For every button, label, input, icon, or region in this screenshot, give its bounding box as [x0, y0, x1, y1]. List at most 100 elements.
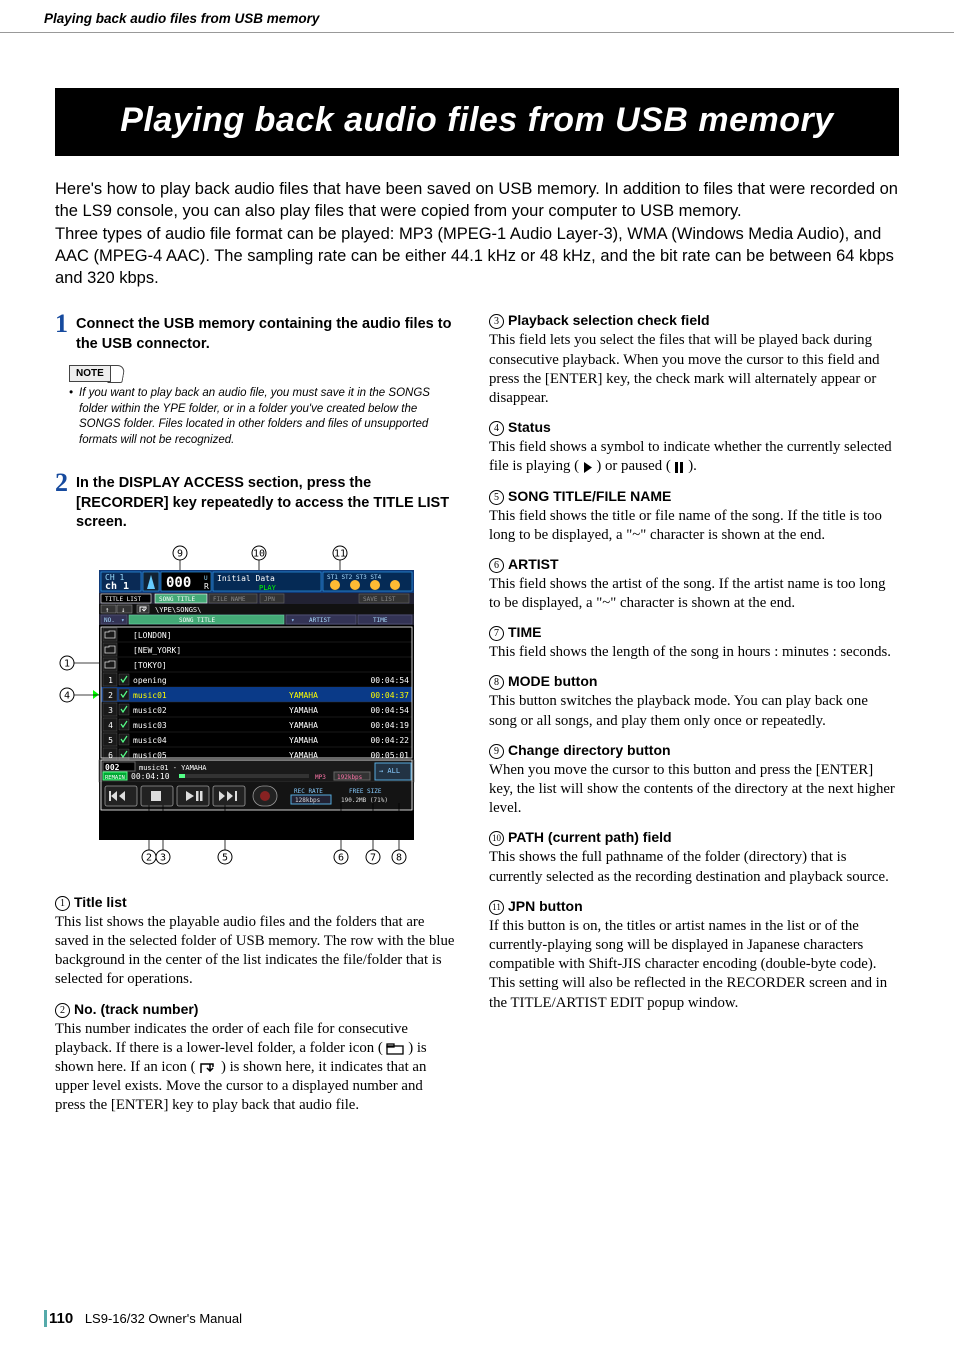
item-5-heading: 5SONG TITLE/FILE NAME	[489, 487, 899, 506]
item-1-heading: 1Title list	[55, 893, 455, 912]
svg-text:TITLE LIST: TITLE LIST	[105, 596, 142, 603]
note-label: NOTE	[69, 365, 111, 383]
svg-text:00:04:54: 00:04:54	[370, 676, 409, 685]
footer-text: LS9-16/32 Owner's Manual	[85, 1311, 242, 1326]
svg-text:→ ALL: → ALL	[379, 767, 400, 775]
svg-text:6: 6	[108, 751, 113, 760]
svg-text:2: 2	[146, 852, 152, 863]
svg-text:ST1 ST2 ST3 ST4: ST1 ST2 ST3 ST4	[327, 574, 382, 581]
svg-text:opening: opening	[133, 676, 167, 685]
step-text: Connect the USB memory containing the au…	[76, 311, 455, 354]
svg-text:00:04:54: 00:04:54	[370, 706, 409, 715]
item-9-heading: 9Change directory button	[489, 741, 899, 760]
svg-text:1: 1	[64, 658, 70, 669]
svg-text:00:04:22: 00:04:22	[370, 736, 409, 745]
svg-text:8: 8	[396, 852, 402, 863]
svg-text:\YPE\SONGS\: \YPE\SONGS\	[155, 606, 201, 614]
svg-text:R: R	[204, 582, 209, 591]
svg-text:JPN: JPN	[264, 596, 275, 603]
svg-text:↑: ↑	[105, 606, 109, 614]
note-box: NOTE If you want to play back an audio f…	[69, 365, 455, 449]
svg-text:3: 3	[108, 706, 113, 715]
item-2-body: This number indicates the order of each …	[55, 1020, 455, 1116]
svg-text:music02: music02	[133, 706, 167, 715]
svg-text:NO.: NO.	[104, 617, 115, 624]
svg-text:4: 4	[64, 690, 70, 701]
svg-text:music04: music04	[133, 736, 167, 745]
pause-icon	[674, 462, 684, 473]
item-9-body: When you move the cursor to this button …	[489, 761, 899, 819]
svg-text:ARTIST: ARTIST	[309, 617, 331, 624]
note-text: If you want to play back an audio file, …	[69, 386, 455, 448]
item-7-heading: 7TIME	[489, 623, 899, 642]
svg-text:FILE NAME: FILE NAME	[213, 596, 246, 603]
svg-text:↓: ↓	[121, 606, 125, 614]
footer: 110 LS9-16/32 Owner's Manual	[44, 1309, 242, 1329]
page-number: 110	[44, 1310, 73, 1327]
svg-text:REMAIN: REMAIN	[105, 775, 125, 781]
item-3-body: This field lets you select the files tha…	[489, 331, 899, 408]
svg-text:2: 2	[108, 691, 113, 700]
svg-text:00:05:01: 00:05:01	[370, 751, 409, 760]
folder-icon	[386, 1043, 404, 1055]
svg-text:music05: music05	[133, 751, 167, 760]
play-icon	[583, 462, 593, 473]
svg-text:190.2MB (71%): 190.2MB (71%)	[341, 797, 388, 804]
svg-text:▾: ▾	[291, 617, 295, 624]
item-11-heading: 11JPN button	[489, 897, 899, 916]
step-1: 1 Connect the USB memory containing the …	[55, 311, 455, 354]
svg-text:music01: music01	[133, 691, 167, 700]
item-7-body: This field shows the length of the song …	[489, 643, 899, 662]
svg-text:[NEW_YORK]: [NEW_YORK]	[133, 646, 181, 655]
svg-text:00:04:37: 00:04:37	[370, 691, 409, 700]
svg-text:7: 7	[370, 852, 376, 863]
step-number: 2	[55, 470, 68, 496]
svg-text:MP3: MP3	[315, 774, 326, 781]
svg-text:[LONDON]: [LONDON]	[133, 631, 172, 640]
svg-text:6: 6	[338, 852, 344, 863]
svg-text:SAVE LIST: SAVE LIST	[363, 596, 396, 603]
svg-text:10: 10	[253, 548, 265, 559]
svg-text:[TOKYO]: [TOKYO]	[133, 661, 167, 670]
svg-text:YAMAHA: YAMAHA	[289, 736, 318, 745]
svg-text:9: 9	[177, 548, 183, 559]
svg-text:128kbps: 128kbps	[295, 797, 321, 804]
item-5-body: This field shows the title or file name …	[489, 507, 899, 545]
svg-text:192kbps: 192kbps	[337, 774, 363, 781]
svg-text:music01 - YAMAHA: music01 - YAMAHA	[139, 764, 207, 772]
svg-text:1: 1	[108, 676, 113, 685]
svg-text:▾: ▾	[121, 617, 125, 624]
svg-text:SONG TITLE: SONG TITLE	[179, 617, 216, 624]
step-text: In the DISPLAY ACCESS section, press the…	[76, 470, 455, 533]
item-4-body: This field shows a symbol to indicate wh…	[489, 438, 899, 476]
item-1-body: This list shows the playable audio files…	[55, 913, 455, 990]
svg-text:3: 3	[160, 852, 166, 863]
svg-text:TIME: TIME	[373, 617, 388, 624]
page-title: Playing back audio files from USB memory	[55, 88, 899, 156]
svg-text:YAMAHA: YAMAHA	[289, 706, 318, 715]
breadcrumb: Playing back audio files from USB memory	[0, 0, 954, 33]
svg-text:11: 11	[334, 548, 346, 559]
svg-text:5: 5	[108, 736, 113, 745]
item-2-heading: 2No. (track number)	[55, 1000, 455, 1019]
item-8-heading: 8MODE button	[489, 672, 899, 691]
svg-text:ch 1: ch 1	[105, 581, 129, 592]
item-8-body: This button switches the playback mode. …	[489, 692, 899, 730]
svg-text:FREE SIZE: FREE SIZE	[349, 788, 382, 795]
svg-text:PLAY: PLAY	[259, 584, 277, 592]
item-6-body: This field shows the artist of the song.…	[489, 575, 899, 613]
step-2: 2 In the DISPLAY ACCESS section, press t…	[55, 470, 455, 533]
svg-text:YAMAHA: YAMAHA	[289, 721, 318, 730]
svg-text:U: U	[204, 575, 208, 582]
svg-text:002: 002	[105, 763, 120, 772]
svg-text:REC RATE: REC RATE	[294, 788, 323, 795]
svg-text:5: 5	[222, 852, 228, 863]
title-list-screenshot: 9 10 11 CH 1 ch 1	[59, 545, 419, 875]
svg-text:YAMAHA: YAMAHA	[289, 691, 318, 700]
up-folder-icon	[199, 1060, 217, 1074]
svg-text:4: 4	[108, 721, 113, 730]
svg-text:YAMAHA: YAMAHA	[289, 751, 318, 760]
svg-text:000: 000	[166, 575, 191, 591]
item-6-heading: 6ARTIST	[489, 555, 899, 574]
svg-text:Initial Data: Initial Data	[217, 574, 275, 583]
